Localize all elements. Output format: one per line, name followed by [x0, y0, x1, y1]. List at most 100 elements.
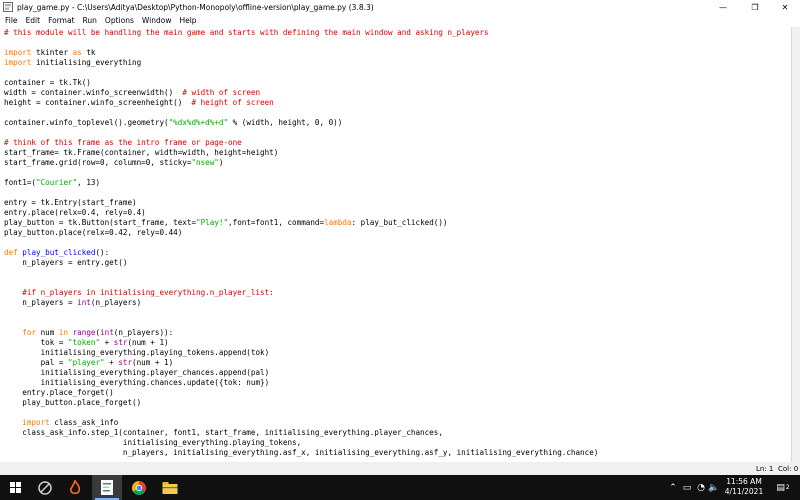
code-line[interactable]: container = tk.Tk() — [4, 78, 91, 88]
code-line[interactable]: n_players, initialising_everything.asf_x… — [4, 448, 598, 458]
code-line[interactable]: for num in range(int(n_players)): — [4, 328, 173, 338]
code-token-default: width = container.winfo_screenwidth() — [4, 88, 183, 97]
code-token-builtin: int — [100, 328, 114, 337]
taskbar-idle-app[interactable] — [92, 475, 122, 500]
code-line[interactable]: n_players = int(n_players) — [4, 298, 141, 308]
vertical-scrollbar[interactable] — [791, 27, 800, 462]
code-line[interactable]: import tkinter as tk — [4, 48, 95, 58]
taskbar-file-explorer[interactable] — [155, 475, 185, 500]
menu-window[interactable]: Window — [142, 16, 172, 25]
code-line[interactable]: pal = "player" + str(num + 1) — [4, 358, 174, 368]
menu-bar: File Edit Format Run Options Window Help — [0, 14, 800, 27]
code-line[interactable]: start_frame= tk.Frame(container, width=w… — [4, 148, 278, 158]
status-bar: Ln: 1 Col: 0 — [0, 465, 800, 475]
menu-run[interactable]: Run — [83, 16, 97, 25]
code-token-default: container = tk.Tk() — [4, 78, 91, 87]
tray-volume[interactable]: 🔈 — [708, 475, 720, 500]
maximize-button[interactable]: ❐ — [740, 0, 770, 14]
taskbar-app-2[interactable] — [60, 475, 90, 500]
code-line[interactable]: entry.place(relx=0.4, rely=0.4) — [4, 208, 146, 218]
code-token-default: + — [104, 358, 119, 367]
menu-file[interactable]: File — [5, 16, 18, 25]
code-token-default: class_ask_info — [49, 418, 119, 427]
code-token-comment: # think of this frame as the intro frame… — [4, 138, 242, 147]
code-line[interactable]: width = container.winfo_screenwidth() # … — [4, 88, 260, 98]
code-line[interactable]: def play_but_clicked(): — [4, 248, 109, 258]
code-line[interactable]: play_button = tk.Button(start_frame, tex… — [4, 218, 448, 228]
volume-icon: 🔈 — [708, 482, 720, 493]
code-line[interactable]: import initialising_everything — [4, 58, 141, 68]
tray-wifi[interactable]: ◔ — [695, 475, 707, 500]
code-token-keyword: import — [22, 418, 50, 427]
code-token-default: tk — [81, 48, 96, 57]
code-line[interactable]: entry.place_forget() — [4, 388, 113, 398]
idle-file-icon — [101, 480, 113, 495]
start-button[interactable] — [0, 475, 30, 500]
code-line[interactable]: initialising_everything.playing_tokens.a… — [4, 348, 270, 358]
taskbar-app-1[interactable] — [30, 475, 60, 500]
network-icon: ▭ — [682, 482, 692, 493]
code-token-default: container.winfo_toplevel().geometry( — [4, 118, 169, 127]
code-token-default — [4, 288, 22, 297]
notification-center[interactable]: ▤ 2 — [772, 475, 794, 500]
code-token-default: initialising_everything — [31, 58, 142, 67]
code-token-builtin: str — [118, 358, 133, 367]
code-token-keyword: import — [4, 58, 32, 67]
folder-icon — [162, 481, 178, 494]
code-line[interactable]: # this module will be handling the main … — [4, 28, 489, 38]
menu-help[interactable]: Help — [179, 16, 196, 25]
menu-edit[interactable]: Edit — [26, 16, 41, 25]
code-editor[interactable]: # this module will be handling the main … — [0, 27, 791, 462]
code-token-default: (n_players) — [90, 298, 142, 307]
code-token-keyword: for — [22, 328, 37, 337]
menu-format[interactable]: Format — [48, 16, 74, 25]
line-indicator: Ln: 1 — [756, 465, 774, 473]
code-line[interactable]: class_ask_info.step_1(container, font1, … — [4, 428, 443, 438]
code-line[interactable]: font1=("Courier", 13) — [4, 178, 100, 188]
tray-chevron[interactable]: ⌃ — [667, 475, 679, 500]
code-line[interactable]: container.winfo_toplevel().geometry("%dx… — [4, 118, 342, 128]
chrome-icon — [132, 480, 146, 495]
code-token-default: play_button = tk.Button(start_frame, tex… — [4, 218, 197, 227]
code-token-default: ,font=font1, command= — [228, 218, 325, 227]
taskbar: ⌃ ▭ ◔ 🔈 11:56 AM 4/11/2021 ▤ 2 — [0, 475, 800, 500]
code-line[interactable]: initialising_everything.chances.update({… — [4, 378, 270, 388]
code-line[interactable]: initialising_everything.player_chances.a… — [4, 368, 270, 378]
code-token-string: "Play!" — [196, 218, 229, 227]
code-token-default: , 13) — [77, 178, 101, 187]
minimize-button[interactable]: — — [708, 0, 738, 14]
clock[interactable]: 11:56 AM 4/11/2021 — [722, 477, 766, 497]
chevron-up-icon: ⌃ — [669, 482, 677, 493]
code-line[interactable]: initialising_everything.playing_tokens, — [4, 438, 301, 448]
code-token-default: entry = tk.Entry(start_frame) — [4, 198, 137, 207]
code-token-default: initialising_everything.chances.update({… — [4, 378, 270, 387]
code-token-string: "%dx%d%+d%+d" — [168, 118, 229, 127]
code-line[interactable]: #if n_players in initialising_everything… — [4, 288, 274, 298]
code-line[interactable]: # think of this frame as the intro frame… — [4, 138, 242, 148]
code-token-comment: #if n_players in initialising_everything… — [22, 288, 274, 297]
taskbar-chrome[interactable] — [124, 475, 154, 500]
code-line[interactable]: play_button.place_forget() — [4, 398, 141, 408]
code-line[interactable]: import class_ask_info — [4, 418, 118, 428]
title-bar[interactable]: play_game.py - C:\Users\Aditya\Desktop\P… — [0, 0, 800, 14]
code-token-default: : play_but_clicked()) — [351, 218, 448, 227]
window-title: play_game.py - C:\Users\Aditya\Desktop\P… — [17, 2, 374, 12]
code-token-default: num — [36, 328, 59, 337]
code-token-keyword: in — [58, 328, 69, 337]
code-line[interactable]: height = container.winfo_screenheight() … — [4, 98, 274, 108]
clock-date: 4/11/2021 — [724, 487, 764, 496]
code-line[interactable]: play_button.place(relx=0.42, rely=0.44) — [4, 228, 182, 238]
code-token-string: "player" — [68, 358, 105, 367]
code-line[interactable]: tok = "token" + str(num + 1) — [4, 338, 169, 348]
code-token-comment: # this module will be handling the main … — [4, 28, 489, 37]
close-button[interactable]: ✕ — [770, 0, 800, 14]
code-token-builtin: int — [77, 298, 91, 307]
code-line[interactable]: entry = tk.Entry(start_frame) — [4, 198, 137, 208]
code-line[interactable]: n_players = entry.get() — [4, 258, 127, 268]
code-token-keyword: import — [4, 48, 32, 57]
menu-options[interactable]: Options — [105, 16, 134, 25]
code-token-default — [4, 418, 22, 427]
code-token-default: play_button.place(relx=0.42, rely=0.44) — [4, 228, 183, 237]
tray-network[interactable]: ▭ — [681, 475, 693, 500]
code-line[interactable]: start_frame.grid(row=0, column=0, sticky… — [4, 158, 223, 168]
